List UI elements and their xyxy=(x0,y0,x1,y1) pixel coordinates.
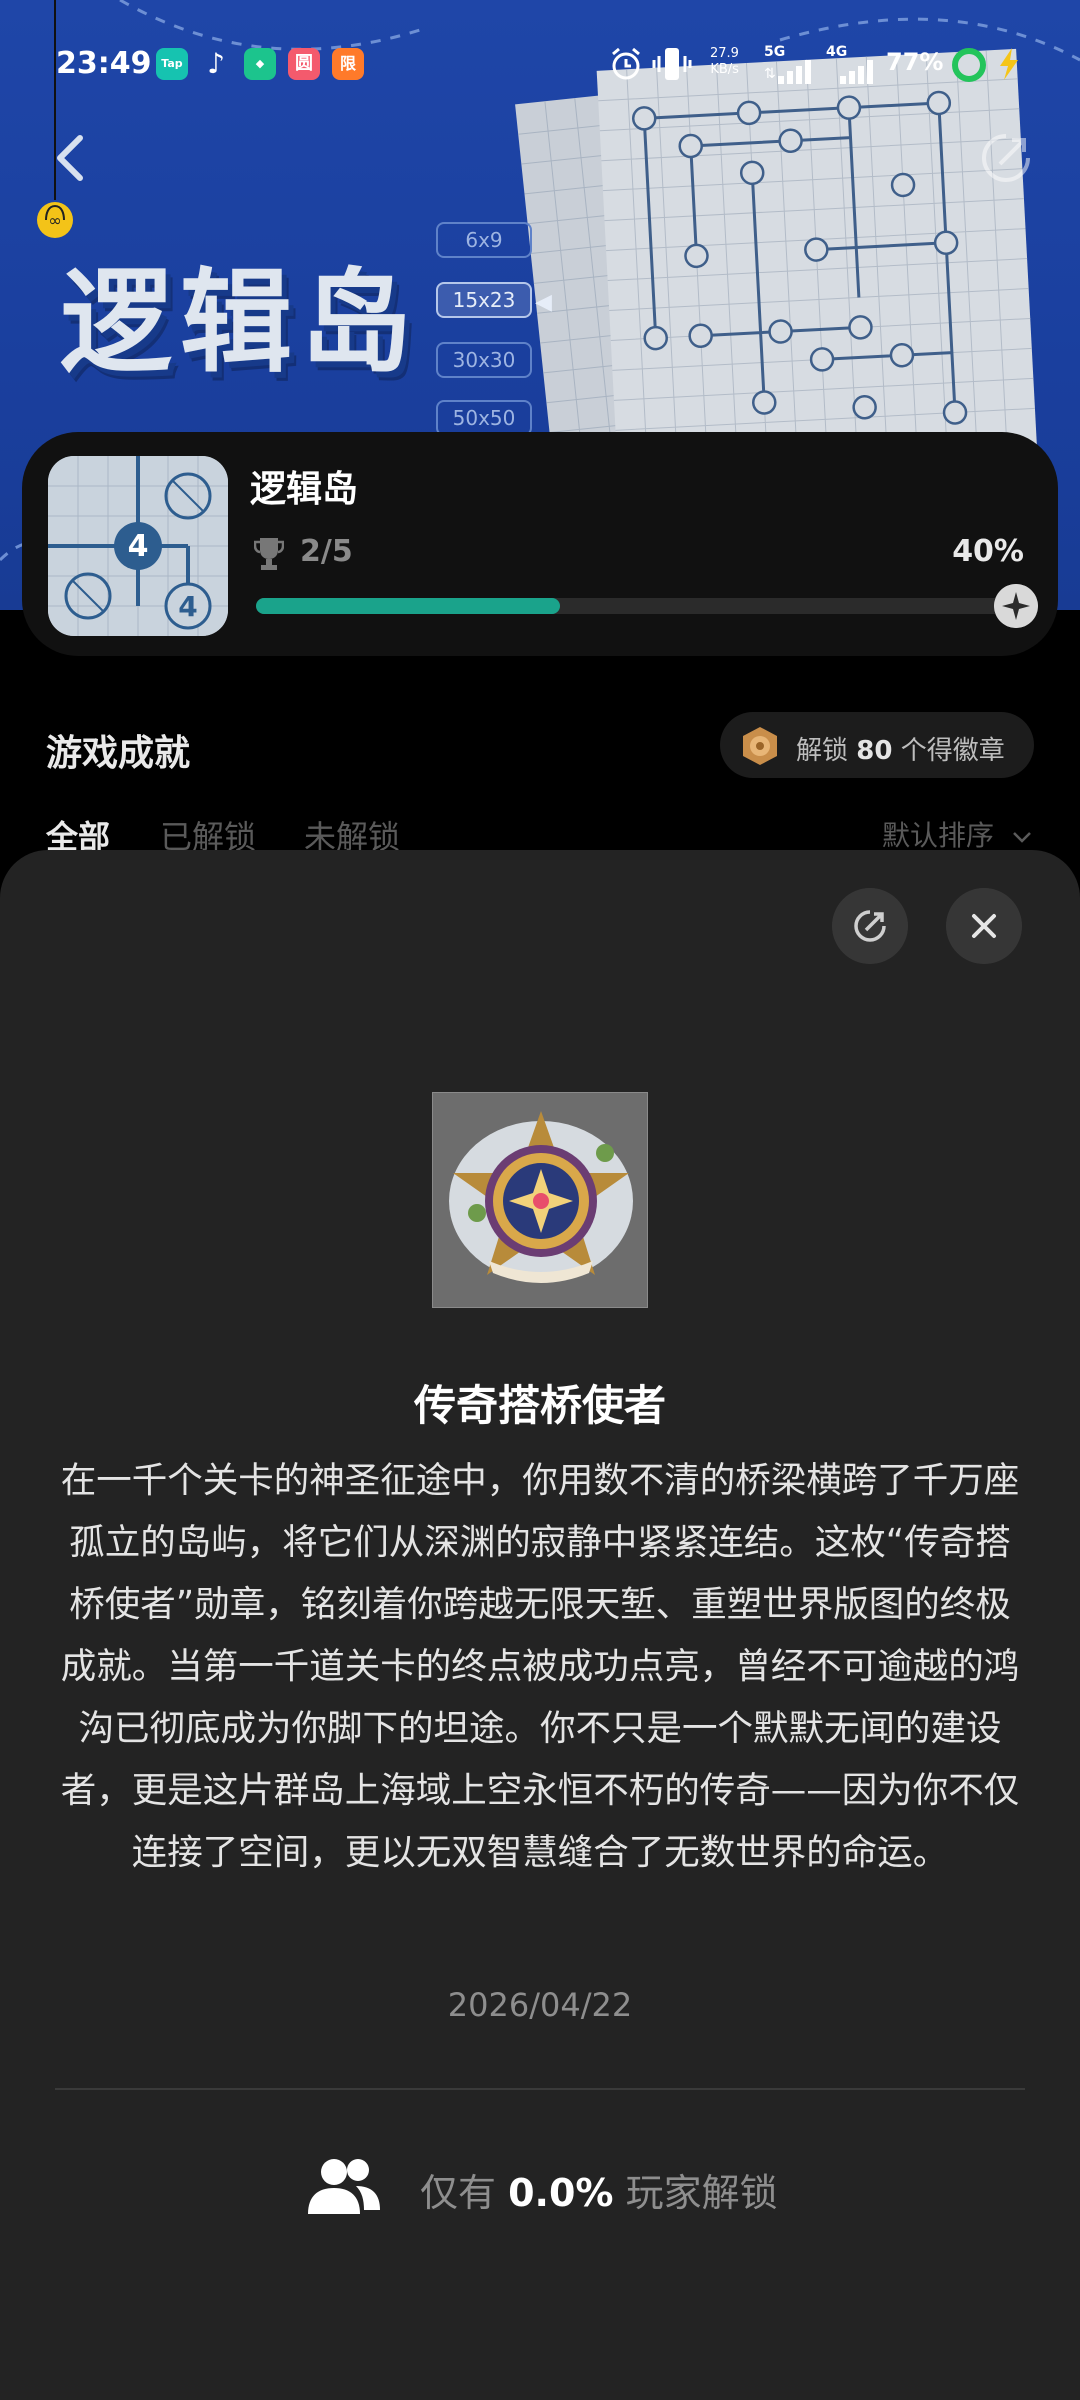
game-thumbnail-art: 4 4 xyxy=(48,456,228,636)
banner-title: 逻辑岛 xyxy=(60,258,420,388)
signal-4g-icon xyxy=(840,60,873,84)
battery-ring-icon xyxy=(952,48,986,82)
selected-size-arrow-icon: ◀ xyxy=(535,290,552,315)
charging-icon xyxy=(1000,48,1018,80)
sort-dropdown[interactable]: 默认排序 xyxy=(882,814,1033,854)
game-thumbnail: 4 4 xyxy=(48,456,228,636)
badge-unlock-suffix: 个得徽章 xyxy=(892,736,1005,766)
close-button[interactable] xyxy=(946,888,1022,964)
alarm-icon xyxy=(612,47,640,80)
reward-star-icon xyxy=(994,584,1038,628)
photo-app-icon: 圆 xyxy=(288,48,320,80)
progress-bar xyxy=(256,598,1016,614)
badge-unlock-prefix: 解锁 xyxy=(796,736,857,766)
achievement-description: 在一千个关卡的神圣征途中，你用数不清的桥梁横跨了千万座孤立的岛屿，将它们从深渊的… xyxy=(60,1460,1020,1873)
achievements-title: 游戏成就 xyxy=(46,733,191,774)
badge-unlock-text: 解锁 80 个得徽章 xyxy=(796,730,1005,767)
achievement-count: 2/5 xyxy=(300,534,353,569)
game-progress-card[interactable]: 4 4 逻辑岛 2/5 40% xyxy=(22,432,1058,656)
battery-percent: 77% xyxy=(886,48,944,76)
status-time: 23:49 xyxy=(56,46,152,81)
network-speed-value: 27.9 xyxy=(710,46,739,61)
signal-5g-icon: ⇅ xyxy=(764,60,811,84)
svg-text:⇅: ⇅ xyxy=(764,66,776,82)
achievement-badge-image xyxy=(432,1092,648,1308)
achievement-title: 传奇搭桥使者 xyxy=(413,1381,666,1430)
achievement-date: 2026/04/22 xyxy=(447,1986,633,2024)
share-button[interactable] xyxy=(832,888,908,964)
badge-artwork xyxy=(433,1093,647,1307)
vibrate-icon xyxy=(652,48,692,80)
size-option-30x30[interactable]: 30x30 xyxy=(436,342,532,378)
medal-icon xyxy=(743,727,777,765)
svg-text:4: 4 xyxy=(178,590,197,623)
unlock-rate-percent: 0.0% xyxy=(508,2171,614,2215)
size-option-50x50[interactable]: 50x50 xyxy=(436,400,532,436)
completion-percent: 40% xyxy=(952,534,1024,569)
share-icon[interactable] xyxy=(978,130,1034,186)
sort-label: 默认排序 xyxy=(882,819,995,852)
trophy-icon xyxy=(254,538,284,570)
unlock-rate-text: 仅有 0.0% 玩家解锁 xyxy=(420,2162,778,2217)
status-bar: 23:49 Tap ♪ ◆ 圆 限 27.9 KB/s 5G ⇅ 4G 77% xyxy=(0,0,1080,130)
achievement-detail-sheet: 传奇搭桥使者 在一千个关卡的神圣征途中，你用数不清的桥梁横跨了千万座孤立的岛屿，… xyxy=(0,850,1080,2400)
divider xyxy=(55,2088,1025,2090)
tap-app-icon: Tap xyxy=(156,48,188,80)
unlock-rate-prefix: 仅有 xyxy=(420,2171,509,2215)
tiktok-icon: ♪ xyxy=(207,47,225,80)
svg-text:∞: ∞ xyxy=(48,211,61,230)
users-icon xyxy=(308,2159,380,2214)
network-speed-unit: KB/s xyxy=(710,62,739,77)
network-speed: 27.9 KB/s xyxy=(710,46,739,78)
flash-sale-icon: 限 xyxy=(332,48,364,80)
size-option-6x9[interactable]: 6x9 xyxy=(436,222,532,258)
badge-unlock-pill[interactable]: 解锁 80 个得徽章 xyxy=(720,712,1034,778)
progress-bar-fill xyxy=(256,598,560,614)
game-name: 逻辑岛 xyxy=(250,469,359,510)
size-option-15x23[interactable]: 15x23 xyxy=(436,282,532,318)
svg-text:4: 4 xyxy=(128,529,149,564)
badge-unlock-count: 80 xyxy=(856,736,893,766)
unlock-rate-suffix: 玩家解锁 xyxy=(613,2171,778,2215)
shield-app-icon: ◆ xyxy=(244,48,276,80)
chevron-down-icon xyxy=(1013,832,1031,843)
back-arrow-icon[interactable] xyxy=(48,130,94,186)
